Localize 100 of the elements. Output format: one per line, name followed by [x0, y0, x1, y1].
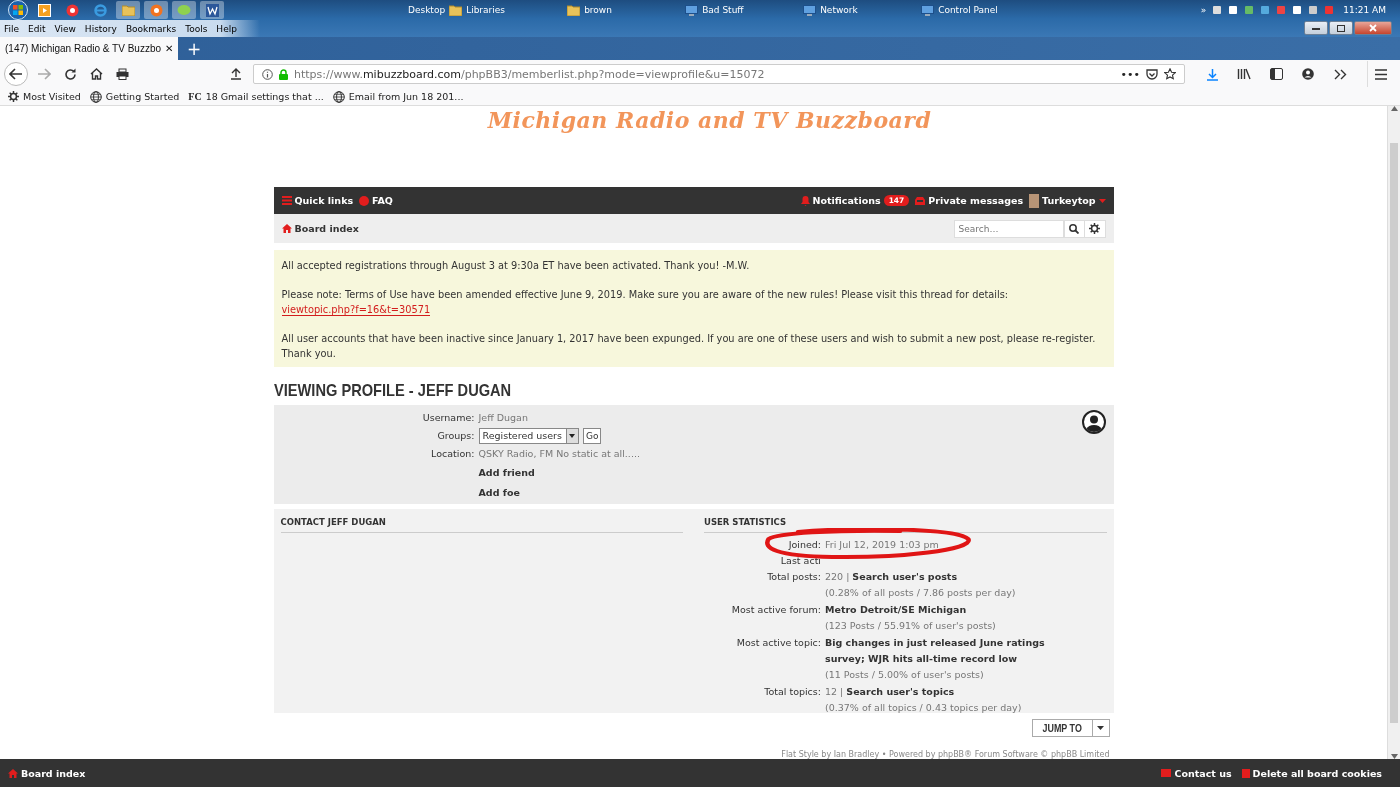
section-heading: USER STATISTICS: [704, 517, 1107, 533]
stat-value: Fri Jul 12, 2019 1:03 pm: [825, 538, 940, 552]
menu-icon: [281, 196, 292, 205]
notice-text: All accepted registrations through August 3 at 9:30a ET have been activated. Thank you! -M.W.: [281, 259, 751, 273]
stat-detail: (123 Posts / 55.91% of user's posts): [825, 619, 997, 633]
caret-icon: [1098, 198, 1106, 203]
site-logo: FC: [188, 91, 202, 102]
menu-item[interactable]: History: [80, 23, 122, 34]
breadcrumb-link[interactable]: Board index: [294, 223, 359, 234]
tab-close-button[interactable]: ✕: [165, 43, 173, 54]
notice-text: All user accounts that have been inactive since January 1, 2017 have been expunged. If you are one of these users and wish to submit a new post, please re-register. Thank you.: [281, 332, 1097, 361]
menu-item[interactable]: Bookmarks: [121, 23, 182, 34]
monitor-icon: [803, 4, 817, 16]
stat-link[interactable]: Search user's topics: [846, 684, 955, 700]
username-link[interactable]: Turkeytop: [1042, 195, 1096, 206]
bookmark-item[interactable]: 18 Gmail settings that ...: [205, 91, 324, 102]
profile-action-link[interactable]: Add friend: [478, 464, 535, 482]
gear-icon: [8, 91, 19, 102]
stat-label: Total posts:: [766, 570, 822, 584]
menu-item[interactable]: View: [50, 23, 81, 34]
back-button[interactable]: [4, 62, 28, 86]
minimize-button[interactable]: [1304, 21, 1328, 35]
lock-icon: [279, 68, 288, 80]
printer-icon: [115, 68, 129, 80]
notice-text: Please note: Terms of Use have been amended effective June 9, 2019. Make sure you are aware of the new rules! Please visit this thread for details: viewtopic.php?f=16&t=30571: [281, 288, 1010, 317]
bookmark-item[interactable]: Most Visited: [23, 91, 81, 102]
home-link[interactable]: Board index: [21, 767, 86, 779]
maximize-icon: [1337, 24, 1345, 32]
home-icon: [281, 224, 292, 233]
stat-link[interactable]: Metro Detroit/SE Michigan: [825, 602, 967, 618]
toolbar-item[interactable]: Control Panel: [938, 5, 998, 15]
stat-detail: (0.37% of all topics / 0.43 topics per day): [825, 701, 1023, 715]
advanced-search-button[interactable]: [1084, 219, 1106, 238]
stat-detail: (11 Posts / 5.00% of user's posts): [825, 668, 985, 682]
username-value: Jeff Dugan: [478, 411, 528, 425]
close-icon: [1369, 24, 1377, 32]
field-label: Groups:: [436, 429, 476, 443]
stat-label: Joined:: [787, 538, 822, 552]
bookmark-item[interactable]: Email from Jun 18 201...: [348, 91, 464, 102]
stat-label: Last acti: [779, 554, 822, 568]
menu-item[interactable]: Edit: [24, 23, 51, 34]
pocket-icon[interactable]: [1146, 68, 1158, 80]
page-heading: VIEWING PROFILE - JEFF DUGAN: [273, 381, 512, 401]
go-button[interactable]: Go: [583, 428, 602, 444]
folder-icon: [449, 4, 463, 16]
faq-link[interactable]: FAQ: [372, 195, 393, 206]
close-button[interactable]: [1354, 21, 1392, 35]
groups-dropdown[interactable]: Registered users: [478, 428, 579, 444]
search-icon: [1069, 223, 1079, 234]
clock: 11:21 AM: [1343, 5, 1386, 15]
trash-link[interactable]: Delete all board cookies: [1252, 767, 1382, 779]
gear-icon: [1089, 223, 1100, 234]
notice-link[interactable]: viewtopic.php?f=16&t=30571: [281, 304, 431, 316]
caret-icon: [1097, 726, 1104, 730]
menu-item[interactable]: File: [0, 23, 25, 34]
bookmark-item[interactable]: Getting Started: [105, 91, 180, 102]
toolbar-item[interactable]: Desktop: [408, 5, 446, 15]
monitor-icon: [685, 4, 699, 16]
private-messages-link[interactable]: Private messages: [928, 195, 1024, 206]
search-button[interactable]: [1063, 219, 1085, 238]
toolbar-item[interactable]: Bad Stuff: [702, 5, 744, 15]
word-document-icon[interactable]: [200, 1, 224, 19]
envelope-link[interactable]: Contact us: [1174, 767, 1232, 779]
toolbar-item[interactable]: brown: [584, 5, 612, 15]
menu-item[interactable]: Tools: [181, 23, 213, 34]
overflow-chevron[interactable]: »: [1200, 5, 1207, 15]
notifications-link[interactable]: Notifications: [812, 195, 881, 206]
field-label: Username:: [421, 411, 476, 425]
maximize-button[interactable]: [1329, 21, 1353, 35]
stat-link[interactable]: Search user's posts: [852, 569, 958, 585]
address-field[interactable]: https://www.mibuzzboard.com/phpBB3/memberlist.php?mode=viewprofile&u=15072 •••: [253, 64, 1185, 84]
scrollbar[interactable]: [1387, 106, 1400, 759]
jump-to-button[interactable]: JUMP TO: [1032, 719, 1110, 737]
toolbar-item[interactable]: Libraries: [466, 5, 505, 15]
bookmark-star-icon[interactable]: [1164, 68, 1176, 80]
arrow-down-icon[interactable]: [1390, 754, 1398, 759]
folder-icon: [567, 4, 581, 16]
stat-label: Total topics:: [763, 685, 822, 699]
globe-icon: [89, 90, 102, 103]
toolbar-item[interactable]: Network: [820, 5, 858, 15]
url-text: https://www.mibuzzboard.com/phpBB3/memberlist.php?mode=viewprofile&u=15072: [294, 67, 766, 81]
browser-tab[interactable]: (147) Michigan Radio & TV Buzzbo ✕: [0, 37, 178, 60]
stat-link[interactable]: Big changes in just released June ratings survey; WJR hits all-time record low: [825, 635, 1077, 667]
section-heading: CONTACT JEFF DUGAN: [280, 517, 683, 533]
back-arrow-icon: [9, 68, 23, 80]
stat-label: Most active forum:: [730, 603, 822, 617]
info-icon: [262, 68, 273, 80]
home-icon: [8, 768, 18, 778]
page-actions-button[interactable]: •••: [1120, 67, 1140, 81]
quick-links-link[interactable]: Quick links: [294, 195, 354, 206]
inbox-icon: [915, 196, 926, 205]
new-tab-button[interactable]: +: [178, 37, 211, 60]
monitor-icon: [921, 4, 935, 16]
bell-icon: [800, 195, 810, 206]
search-field[interactable]: Search…: [953, 219, 1064, 238]
location-value: QSKY Radio, FM No static at all.....: [478, 447, 640, 461]
profile-action-link[interactable]: Add foe: [478, 484, 520, 502]
menu-item[interactable]: Help: [212, 23, 242, 34]
stat-detail: (0.28% of all posts / 7.86 posts per day): [825, 586, 1017, 600]
arrow-up-icon[interactable]: [1390, 106, 1398, 111]
